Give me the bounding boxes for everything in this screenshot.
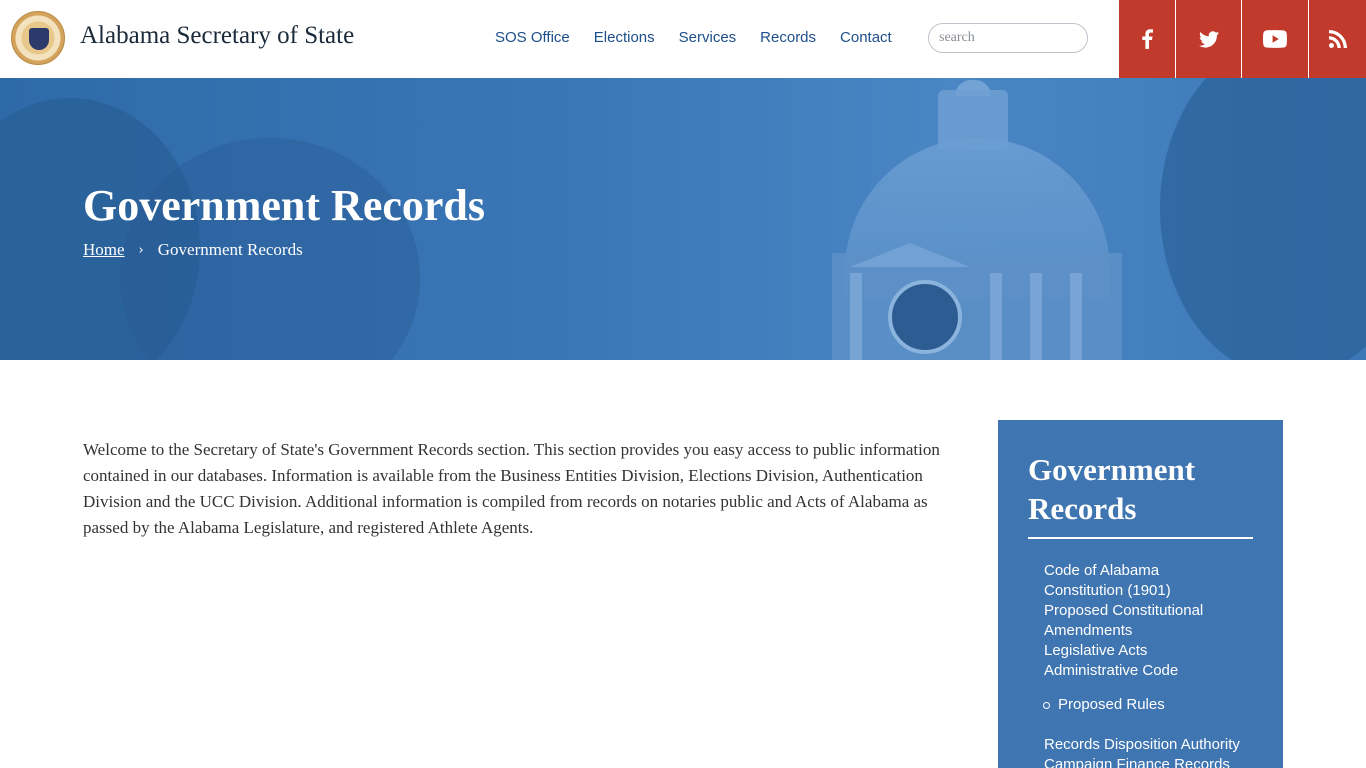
- capitol-column: [1030, 273, 1042, 360]
- capitol-column: [990, 273, 1002, 360]
- twitter-button[interactable]: [1176, 0, 1241, 78]
- chevron-right-icon: ›: [138, 242, 144, 258]
- breadcrumb: Home › Government Records: [83, 240, 303, 260]
- nav-sos-office[interactable]: SOS Office: [495, 29, 570, 46]
- breadcrumb-home-link[interactable]: Home: [83, 240, 125, 260]
- intro-paragraph: Welcome to the Secretary of State's Gove…: [83, 440, 940, 537]
- site-header: Alabama Secretary of State SOS Office El…: [0, 0, 1366, 78]
- sidebar-link-code-of-alabama[interactable]: Code of Alabama: [1044, 561, 1274, 581]
- page-title: Government Records: [83, 181, 486, 230]
- nav-contact[interactable]: Contact: [840, 29, 892, 46]
- capitol-column: [850, 273, 862, 360]
- capitol-clock: [888, 280, 962, 354]
- sidebar-link-campaign-finance[interactable]: Campaign Finance Records: [1044, 755, 1274, 768]
- facebook-button[interactable]: [1119, 0, 1175, 78]
- nav-elections[interactable]: Elections: [594, 29, 655, 46]
- youtube-button[interactable]: [1242, 0, 1308, 78]
- sidebar-link-legislative-acts[interactable]: Legislative Acts: [1044, 641, 1274, 661]
- sidebar-panel: Government Records Code of Alabama Const…: [998, 420, 1283, 768]
- sidebar-link-records-disposition[interactable]: Records Disposition Authority: [1044, 735, 1274, 755]
- sidebar-link-proposed-rules[interactable]: Proposed Rules: [1043, 695, 1274, 715]
- facebook-icon: [1142, 29, 1153, 49]
- sidebar-link-list: Code of Alabama Constitution (1901) Prop…: [1043, 561, 1274, 768]
- sidebar-sublist: Proposed Rules: [1043, 695, 1274, 715]
- youtube-icon: [1263, 30, 1287, 48]
- twitter-icon: [1198, 30, 1219, 48]
- nav-services[interactable]: Services: [679, 29, 737, 46]
- rss-button[interactable]: [1309, 0, 1366, 78]
- capitol-pediment: [850, 243, 970, 267]
- sidebar-link-administrative-code[interactable]: Administrative Code: [1044, 661, 1274, 681]
- breadcrumb-current: Government Records: [157, 240, 303, 259]
- sidebar-link-proposed-amendments[interactable]: Proposed Constitutional Amendments: [1044, 601, 1274, 641]
- tree-decoration: [1160, 78, 1366, 360]
- nav-records[interactable]: Records: [760, 29, 816, 46]
- rss-icon: [1328, 30, 1347, 48]
- search-input[interactable]: [928, 23, 1088, 53]
- seal-shield-icon: [29, 28, 49, 50]
- main-nav: SOS Office Elections Services Records Co…: [495, 29, 916, 46]
- hero-banner: Government Records Home › Government Rec…: [0, 78, 1366, 360]
- sidebar-sublist-container: Proposed Rules: [1043, 695, 1274, 715]
- state-seal-logo[interactable]: [11, 11, 65, 65]
- sidebar-divider: [1028, 537, 1253, 539]
- capitol-column: [1070, 273, 1082, 360]
- site-title[interactable]: Alabama Secretary of State: [80, 22, 354, 50]
- sidebar-title: Government Records: [1028, 452, 1196, 526]
- sidebar-link-constitution[interactable]: Constitution (1901): [1044, 581, 1274, 601]
